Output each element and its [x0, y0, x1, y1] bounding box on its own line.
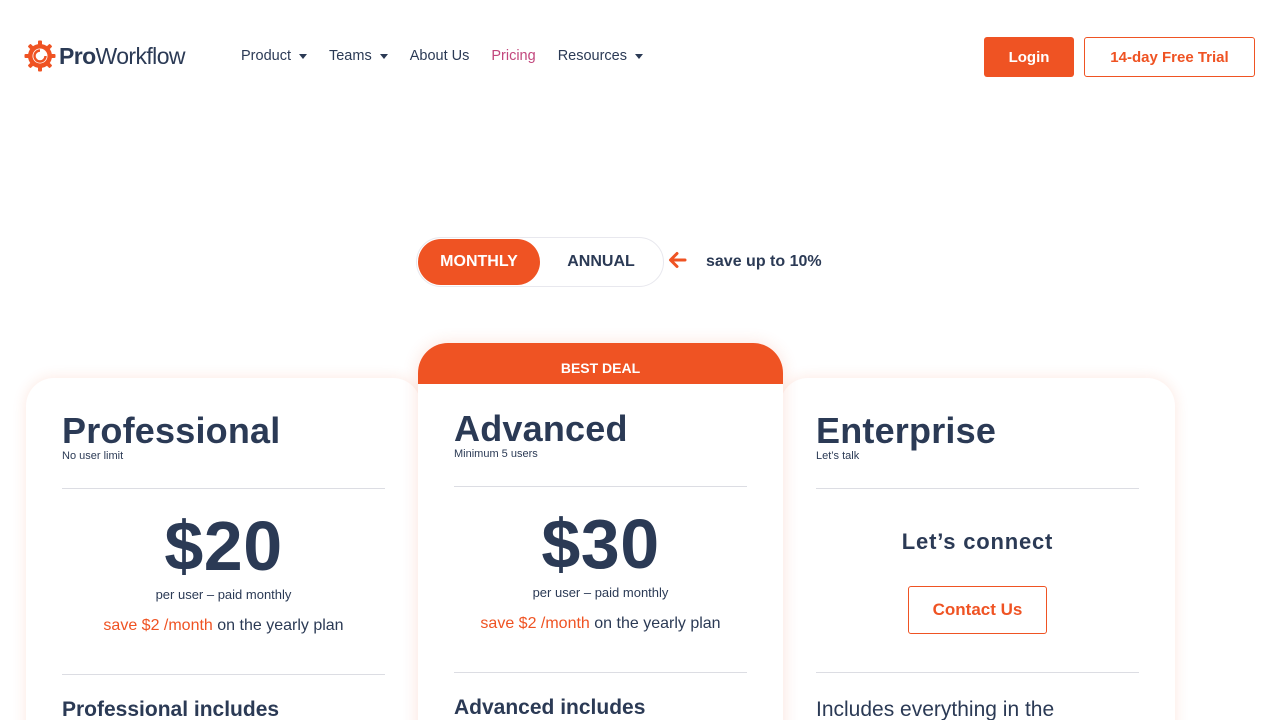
- nav-item-pricing[interactable]: Pricing: [491, 48, 535, 64]
- includes-heading: Professional includes: [62, 698, 280, 720]
- plan-name: Professional: [62, 410, 281, 451]
- best-deal-ribbon: BEST DEAL: [418, 343, 783, 384]
- plan-price: $30: [541, 505, 660, 583]
- main-nav: Product Teams About Us Pricing Resources: [241, 48, 665, 64]
- save-amount: save $2 /month: [480, 615, 590, 632]
- nav-item-product[interactable]: Product: [241, 48, 307, 64]
- save-rest: on the yearly plan: [212, 617, 344, 634]
- proworkflow-logo[interactable]: ProWorkflow: [24, 40, 186, 72]
- divider: [62, 674, 385, 675]
- divider: [62, 488, 385, 489]
- divider: [454, 672, 747, 673]
- login-button[interactable]: Login: [984, 37, 1074, 77]
- caret-down-icon: [298, 53, 307, 59]
- yearly-save-line: save $2 /month on the yearly plan: [418, 615, 783, 633]
- nav-item-label: Product: [241, 48, 291, 64]
- plan-name: Enterprise: [816, 410, 997, 451]
- plan-subtitle: Let’s talk: [816, 450, 860, 462]
- nav-item-label: Pricing: [491, 48, 536, 64]
- billing-period-toggle: MONTHLY ANNUAL: [416, 237, 664, 287]
- divider: [816, 488, 1139, 489]
- caret-down-icon: [635, 53, 643, 59]
- plan-subtitle: No user limit: [62, 450, 124, 462]
- nav-item-label: About Us: [409, 48, 470, 64]
- gear-logo-icon: [24, 40, 56, 72]
- includes-text: Includes everything in the: [816, 698, 1055, 720]
- plan-card-advanced: BEST DEAL Advanced Minimum 5 users $30 p…: [418, 343, 783, 720]
- price-note: per user – paid monthly: [155, 587, 292, 602]
- lets-connect-heading: Let’s connect: [901, 529, 1054, 554]
- plan-name: Advanced: [454, 408, 628, 449]
- logo-text: ProWorkflow: [59, 42, 186, 69]
- free-trial-button[interactable]: 14-day Free Trial: [1084, 37, 1255, 77]
- divider: [454, 486, 747, 487]
- arrow-left-icon: [669, 252, 687, 268]
- save-up-text: save up to 10%: [706, 253, 822, 270]
- plan-subtitle: Minimum 5 users: [454, 448, 538, 460]
- nav-item-teams[interactable]: Teams: [329, 48, 388, 64]
- annual-option[interactable]: ANNUAL: [541, 239, 661, 285]
- contact-us-button[interactable]: Contact Us: [908, 586, 1047, 634]
- nav-item-label: Teams: [328, 48, 372, 64]
- nav-item-resources[interactable]: Resources: [558, 48, 643, 64]
- caret-down-icon: [379, 53, 388, 59]
- plan-card-enterprise: Enterprise Let’s talk Let’s connect Cont…: [780, 378, 1175, 720]
- includes-heading: Advanced includes: [454, 696, 646, 719]
- monthly-option[interactable]: MONTHLY: [418, 239, 540, 285]
- nav-item-label: Resources: [557, 48, 627, 64]
- plan-card-professional: Professional No user limit $20 per user …: [26, 378, 421, 720]
- yearly-save-line: save $2 /month on the yearly plan: [26, 617, 421, 635]
- save-rest: on the yearly plan: [589, 615, 721, 632]
- site-header: ProWorkflow Product Teams About Us Prici…: [0, 0, 1280, 115]
- save-amount: save $2 /month: [103, 617, 213, 634]
- nav-item-about-us[interactable]: About Us: [410, 48, 470, 64]
- divider: [816, 672, 1139, 673]
- plan-price: $20: [164, 507, 283, 585]
- price-note: per user – paid monthly: [532, 585, 669, 600]
